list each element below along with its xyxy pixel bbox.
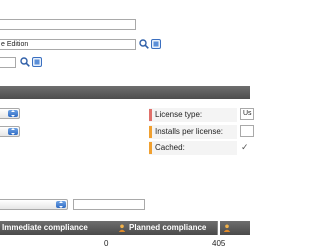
search-icon[interactable] (20, 57, 30, 67)
dropdown-arrow-icon (56, 201, 66, 208)
cached-label: Cached: (149, 141, 237, 155)
column-header-next[interactable] (220, 221, 250, 235)
person-icon (118, 224, 126, 232)
small-field[interactable] (0, 57, 16, 68)
cell-immediate: 0 (104, 239, 109, 248)
edition-field[interactable]: e Edition (0, 39, 136, 50)
column-header-planned[interactable]: Planned compliance (115, 221, 218, 235)
installs-field[interactable] (240, 125, 254, 137)
installs-label: Installs per license: (149, 125, 237, 139)
edit-icon[interactable] (32, 57, 42, 67)
edit-icon[interactable] (151, 39, 161, 49)
field-mark (149, 126, 152, 138)
license-type-select[interactable]: Us (240, 108, 254, 120)
name-field[interactable] (0, 19, 136, 30)
dropdown-arrow-icon (8, 110, 18, 117)
filter-field[interactable] (73, 199, 145, 210)
section-header-bar (0, 86, 250, 99)
dropdown-arrow-icon (8, 128, 18, 135)
required-mark (149, 109, 152, 121)
field-mark (149, 142, 152, 154)
left-select-2[interactable] (0, 126, 20, 137)
left-select-1[interactable] (0, 108, 20, 119)
person-icon (223, 224, 231, 232)
search-icon[interactable] (139, 39, 149, 49)
cached-checkbox[interactable]: ✓ (241, 141, 249, 153)
filter-select[interactable] (0, 199, 68, 210)
license-type-label: License type: (149, 108, 237, 122)
cell-planned: 405 (212, 239, 226, 248)
column-header-immediate[interactable]: Immediate compliance (0, 221, 116, 235)
